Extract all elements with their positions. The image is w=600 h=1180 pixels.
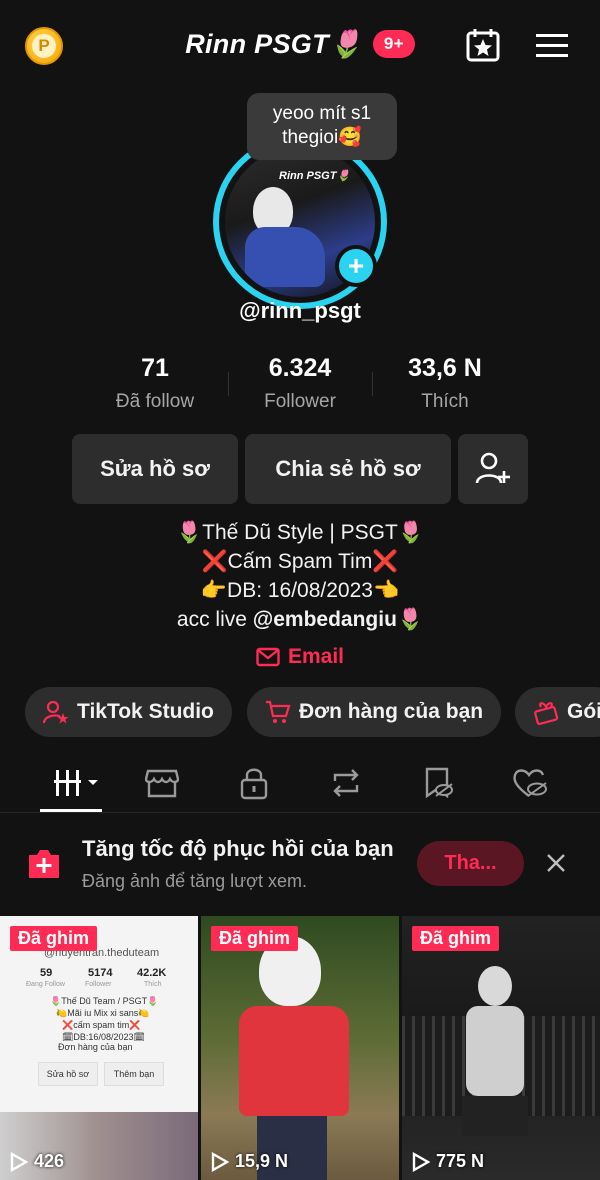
view-count: 15,9 N (211, 1151, 288, 1172)
share-profile-button[interactable]: Chia sẻ hồ sơ (245, 434, 451, 504)
avatar-caption: Rinn PSGT🌷 (279, 170, 351, 182)
tab-favorites[interactable] (418, 763, 458, 803)
stat-likes[interactable]: 33,6 N Thích (370, 354, 520, 413)
play-icon (211, 1151, 229, 1172)
chip-tiktok-studio[interactable]: TikTok Studio (25, 687, 232, 737)
tab-private[interactable] (234, 763, 274, 803)
view-count: 775 N (412, 1151, 484, 1172)
menu-icon[interactable] (536, 32, 568, 60)
banner-title: Tăng tốc độ phục hồi của bạn (82, 836, 394, 861)
cart-icon (266, 700, 291, 723)
edit-profile-button[interactable]: Sửa hồ sơ (72, 434, 238, 504)
play-icon (10, 1151, 28, 1172)
add-story-button[interactable]: + (335, 245, 377, 287)
close-banner-button[interactable] (540, 847, 572, 879)
close-icon (547, 854, 565, 872)
profile-bio: 🌷Thế Dũ Style | PSGT🌷 ❌Cấm Spam Tim❌ 👉DB… (176, 521, 424, 631)
profile-name: Rinn PSGT🌷 (185, 29, 363, 59)
pinned-badge: Đã ghim (10, 926, 98, 951)
mention-link[interactable]: @embedangiu (253, 608, 397, 631)
stat-followers[interactable]: 6.324 Follower (225, 354, 375, 413)
add-person-icon (475, 452, 510, 484)
view-count: 426 (10, 1151, 64, 1172)
add-friend-button[interactable] (458, 434, 528, 504)
profile-note-bubble[interactable]: yeoo mít s1 thegioi🥰 (247, 93, 397, 160)
lock-icon (240, 768, 268, 800)
person-star-icon (43, 700, 69, 724)
repost-icon (333, 769, 359, 797)
profile-tabs (0, 755, 600, 813)
video-thumbnail[interactable]: @huyentran.theduteam 59 5174 42.2K Đang … (0, 916, 198, 1180)
chip-orders[interactable]: Đơn hàng của bạn (247, 687, 502, 737)
gift-icon (534, 702, 559, 725)
mail-icon (256, 647, 280, 667)
tab-videos[interactable] (50, 763, 102, 803)
video-thumbnail[interactable]: Đã ghim 15,9 N (201, 916, 399, 1180)
heart-hidden-icon (513, 769, 547, 797)
pinned-badge: Đã ghim (211, 926, 299, 951)
tab-shop[interactable] (142, 763, 182, 803)
banner-subtitle: Đăng ảnh để tăng lượt xem. (82, 871, 307, 891)
calendar-star-icon[interactable] (466, 28, 500, 62)
shop-icon (145, 769, 179, 798)
grid-icon (54, 770, 98, 796)
profile-title[interactable]: Rinn PSGT🌷 9+ (0, 28, 600, 60)
pinned-badge: Đã ghim (412, 926, 500, 951)
add-photo-icon (29, 850, 59, 878)
video-thumbnail[interactable]: Đã ghim 775 N (402, 916, 600, 1180)
tab-liked[interactable] (510, 763, 550, 803)
stat-following[interactable]: 71 Đã follow (80, 354, 230, 413)
chip-gift[interactable]: Gói (515, 687, 600, 737)
banner-action-button[interactable]: Tha... (417, 841, 524, 886)
play-icon (412, 1151, 430, 1172)
username: @rinn_psgt (239, 298, 361, 323)
notification-badge: 9+ (372, 30, 415, 58)
active-tab-indicator (40, 809, 102, 812)
tab-reposts[interactable] (326, 763, 366, 803)
bookmark-hidden-icon (425, 767, 453, 799)
email-link[interactable]: Email (0, 645, 600, 673)
